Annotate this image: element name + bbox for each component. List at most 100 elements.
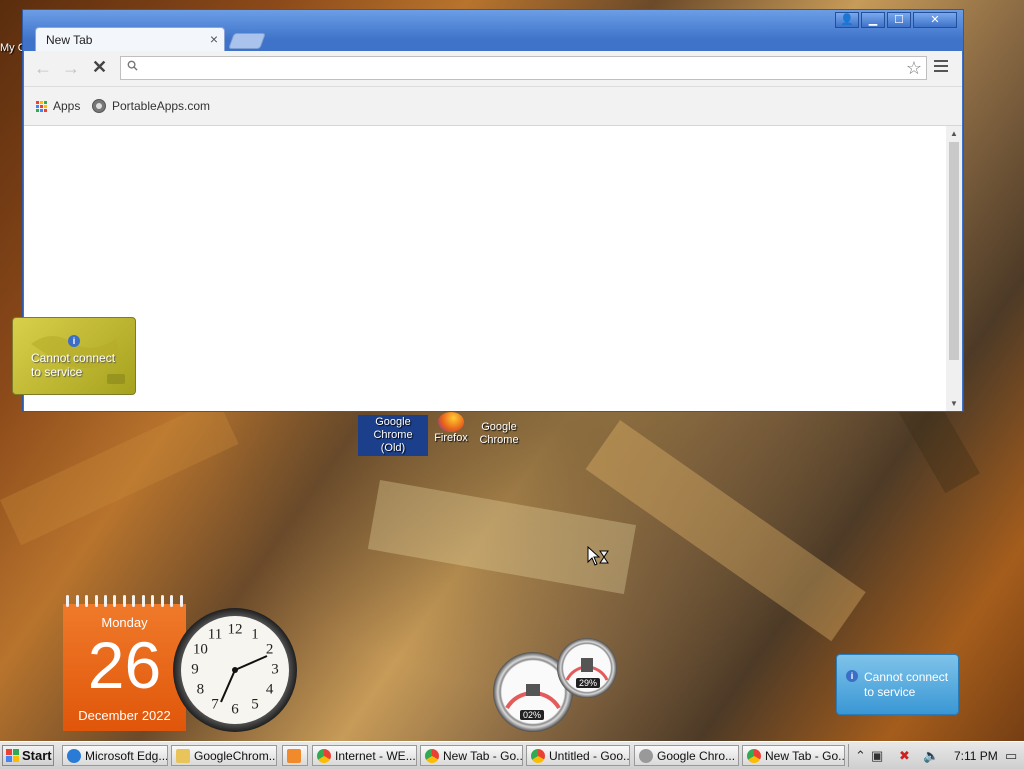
bookmarks-bar: Apps PortableApps.com: [24, 87, 962, 126]
browser-toolbar: ← → ✕ ☆: [24, 51, 962, 87]
busy-cursor-icon: [587, 546, 609, 566]
clock-numeral: 10: [192, 641, 208, 658]
taskbar-item-label: Untitled - Goo...: [549, 748, 630, 763]
windows-flag-icon: [6, 749, 19, 762]
scroll-up-icon[interactable]: ▲: [950, 129, 958, 138]
close-button[interactable]: ✕: [913, 12, 957, 28]
taskbar-item-newtab-2[interactable]: New Tab - Go...: [742, 745, 845, 766]
calendar-page: Monday 26 December 2022: [63, 604, 186, 731]
bookmark-apps[interactable]: Apps: [36, 99, 80, 113]
omnibox[interactable]: ☆: [120, 56, 927, 80]
media-player-icon: [287, 748, 301, 763]
search-icon: [127, 60, 138, 71]
new-tab-button[interactable]: [228, 33, 266, 49]
clock-numeral: 7: [211, 696, 219, 713]
chrome-icon: [317, 748, 331, 763]
chrome-icon: [747, 748, 761, 763]
chrome-icon: [425, 748, 439, 763]
chrome-window: 👤 ▁ ☐ ✕ New Tab × ← → ✕ ☆ Apps PortableA…: [22, 9, 964, 412]
taskbar-item-untitled[interactable]: Untitled - Goo...: [526, 745, 630, 766]
scrollbar-thumb[interactable]: [949, 142, 959, 360]
back-icon[interactable]: ←: [34, 58, 52, 79]
clock-numeral: 4: [265, 681, 274, 698]
tab-title: New Tab: [46, 33, 93, 47]
folder-icon: [176, 748, 190, 763]
clock-gadget[interactable]: 12 1 2 3 4 5 6 7 8 9 10 11: [173, 608, 297, 732]
minimize-icon: ▁: [868, 14, 878, 26]
volume-icon[interactable]: 🔈: [923, 748, 939, 764]
info-icon: i: [68, 335, 80, 347]
tray-expand-icon[interactable]: ⌃: [855, 748, 866, 764]
chrome-icon: [531, 748, 545, 763]
info-icon: i: [846, 670, 858, 682]
minimize-button[interactable]: ▁: [861, 12, 885, 28]
portableapps-icon: [92, 99, 106, 113]
service-error-message: Cannot connect to service: [864, 670, 949, 699]
show-desktop-icon[interactable]: ▭: [1005, 748, 1017, 764]
taskbar-item-internet[interactable]: Internet - WE...: [312, 745, 417, 766]
chrome-menu-icon[interactable]: [934, 60, 948, 75]
edge-icon: [67, 748, 81, 763]
clock-numeral: 8: [196, 681, 205, 698]
taskbar-item-label: New Tab - Go...: [765, 748, 845, 763]
scroll-down-icon[interactable]: ▼: [950, 399, 958, 408]
taskbar-item-label: New Tab - Go...: [443, 748, 523, 763]
calendar-rings: [63, 595, 186, 607]
taskbar: Start Microsoft Edg... GoogleChrom... In…: [0, 741, 1024, 769]
desktop-icon-firefox[interactable]: Firefox: [430, 412, 472, 445]
weather-gadget[interactable]: i Cannot connect to service: [12, 317, 136, 395]
clock-numeral: 5: [251, 696, 259, 713]
desktop-icon-label: Google Chrome (Old): [358, 415, 428, 456]
page-content: [24, 126, 946, 411]
desktop-icon-chrome[interactable]: Google Chrome: [474, 415, 524, 447]
taskbar-item-label: Internet - WE...: [335, 748, 416, 763]
tab-close-icon[interactable]: ×: [210, 31, 218, 47]
tray-clock[interactable]: 7:11 PM: [954, 749, 998, 763]
forward-icon[interactable]: →: [62, 58, 80, 79]
start-button[interactable]: Start: [2, 745, 54, 766]
chrome-old-icon: [639, 748, 653, 763]
maximize-button[interactable]: ☐: [887, 12, 911, 28]
calendar-gadget[interactable]: Monday 26 December 2022: [63, 595, 186, 731]
user-profile-button[interactable]: 👤: [835, 12, 859, 28]
taskbar-item-media[interactable]: [282, 745, 308, 766]
close-icon: ✕: [930, 14, 940, 26]
taskbar-item-label: Microsoft Edg...: [85, 748, 168, 763]
taskbar-item-newtab-1[interactable]: New Tab - Go...: [420, 745, 523, 766]
service-gadget[interactable]: i Cannot connect to service: [836, 654, 959, 715]
clock-numeral: 6: [231, 701, 239, 718]
network-error-icon[interactable]: ✖: [899, 748, 910, 764]
desktop-icon-label: Firefox: [434, 432, 468, 444]
memory-meter-gadget[interactable]: 29%: [557, 638, 617, 698]
clock-numeral: 2: [265, 641, 274, 658]
wallpaper-streak: [0, 398, 239, 546]
address-input[interactable]: [145, 59, 889, 79]
cpu-percent-label: 02%: [520, 710, 545, 720]
stop-icon[interactable]: ✕: [92, 57, 107, 78]
apps-grid-icon: [36, 100, 47, 112]
bookmark-portableapps[interactable]: PortableApps.com: [92, 99, 210, 113]
clock-numeral: 12: [227, 621, 243, 638]
taskbar-item-folder[interactable]: GoogleChrom...: [171, 745, 277, 766]
user-icon: 👤: [840, 14, 854, 26]
taskbar-item-label: Google Chro...: [657, 748, 736, 763]
calendar-day-number: 26: [87, 628, 162, 702]
start-label: Start: [22, 748, 52, 763]
network-icon[interactable]: ▣: [871, 748, 883, 764]
calendar-month-year: December 2022: [78, 708, 171, 723]
clock-numeral: 3: [271, 661, 279, 678]
clock-numeral: 9: [191, 661, 199, 678]
weather-error-message: Cannot connect to service: [31, 351, 116, 379]
desktop-icon-chrome-old[interactable]: Google Chrome (Old): [358, 415, 428, 456]
desktop-icon-label: Google Chrome: [479, 421, 519, 446]
maximize-icon: ☐: [894, 14, 904, 26]
vertical-scrollbar[interactable]: ▲ ▼: [946, 126, 962, 411]
bookmark-star-icon[interactable]: ☆: [906, 58, 922, 79]
tab-new-tab[interactable]: New Tab ×: [35, 27, 225, 52]
clock-face: 12 1 2 3 4 5 6 7 8 9 10 11: [181, 616, 289, 724]
bookmark-label: PortableApps.com: [112, 99, 211, 113]
taskbar-item-label: GoogleChrom...: [194, 748, 277, 763]
taskbar-item-edge[interactable]: Microsoft Edg...: [62, 745, 168, 766]
memory-percent-label: 29%: [576, 678, 601, 688]
taskbar-item-google-chrome[interactable]: Google Chro...: [634, 745, 739, 766]
